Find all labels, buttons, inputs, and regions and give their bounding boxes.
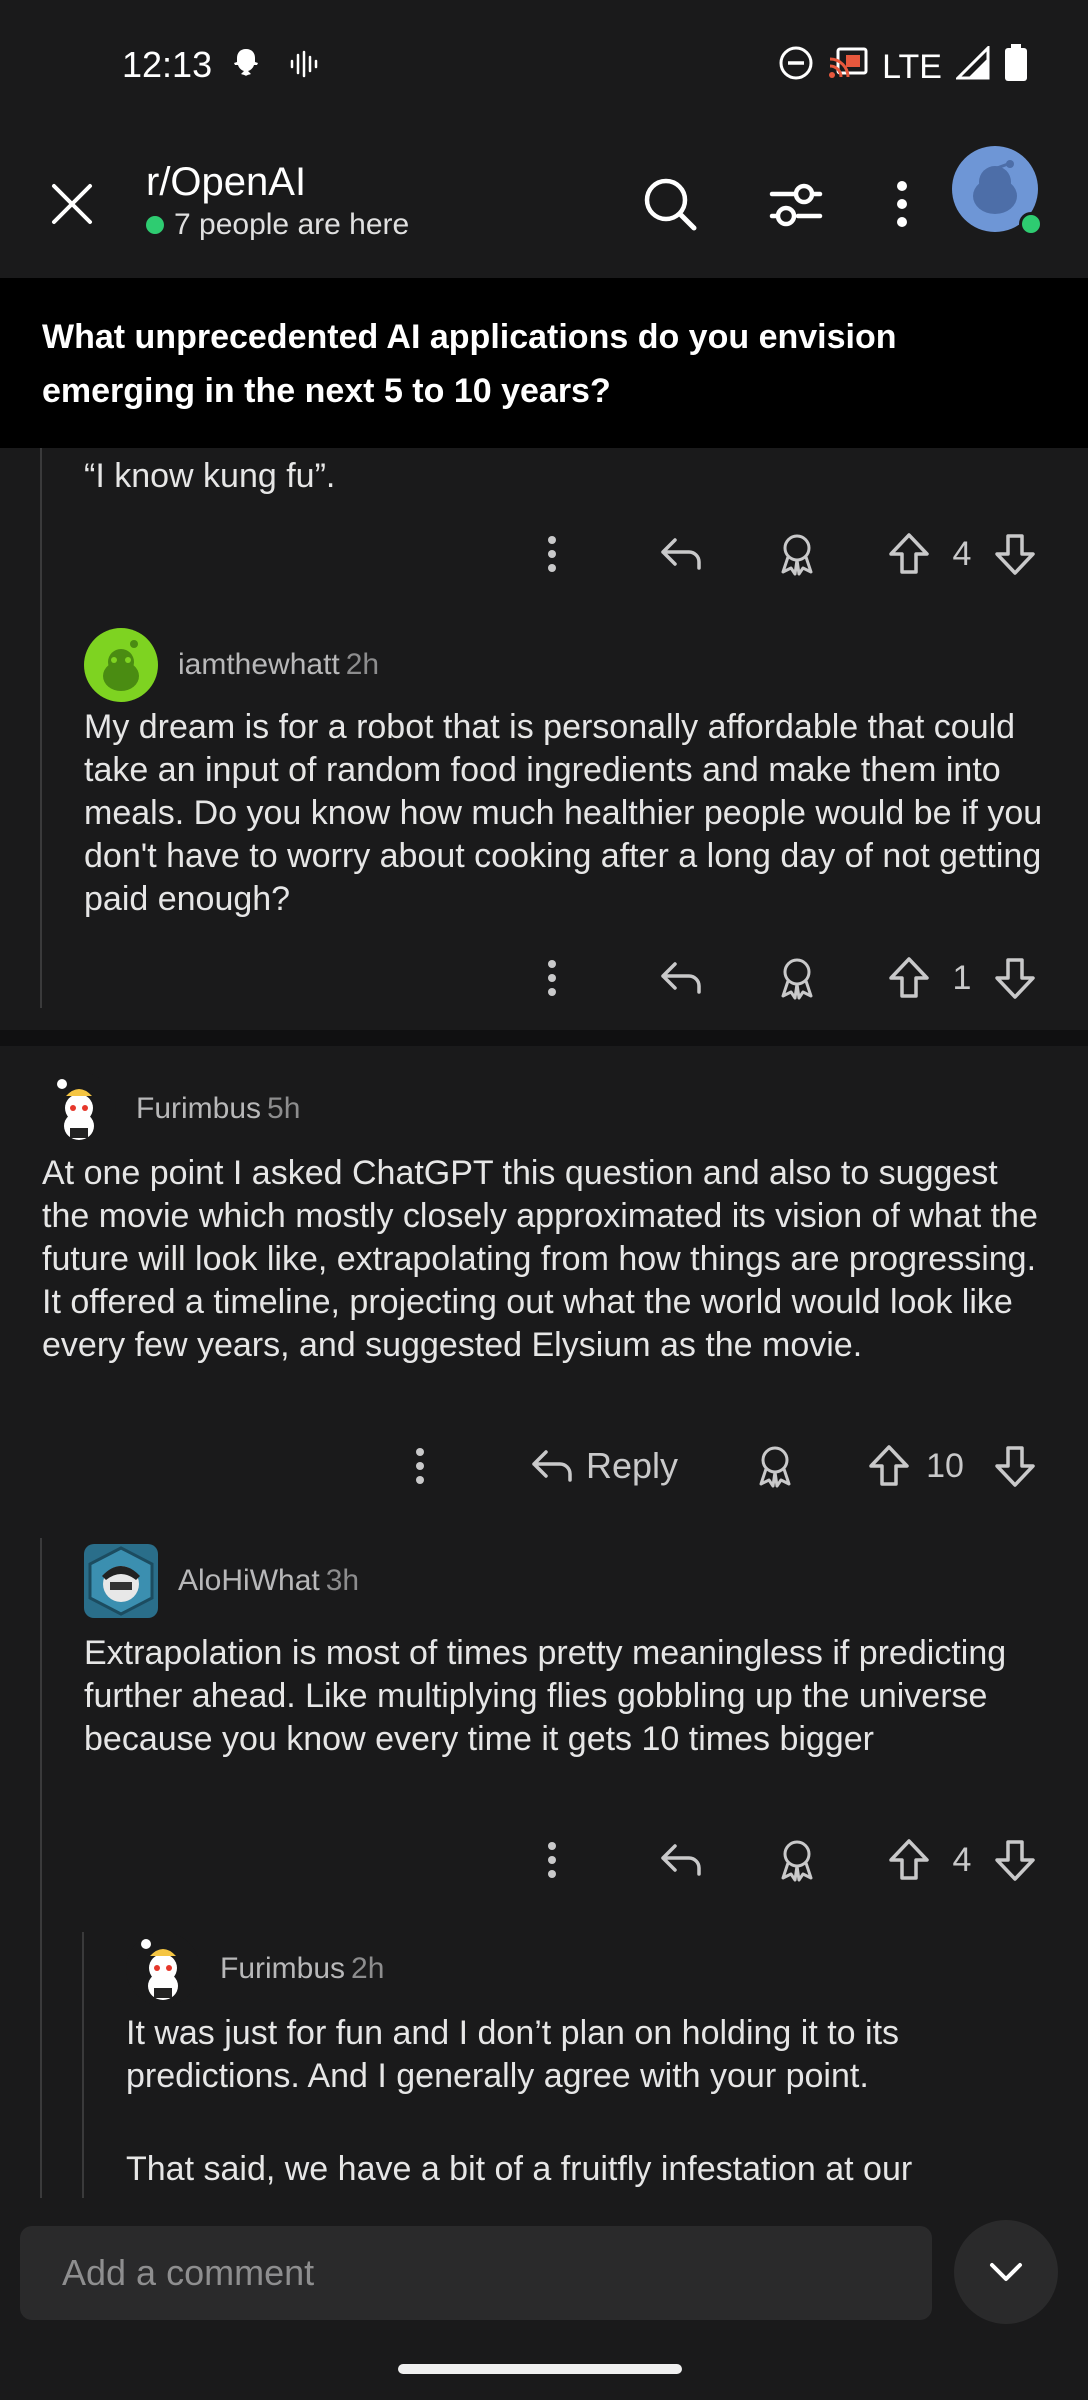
reply-button[interactable]: Reply	[524, 1436, 684, 1496]
comment-actions: Reply 10	[400, 1436, 1040, 1496]
online-indicator: 7 people are here	[146, 208, 409, 242]
award-icon[interactable]	[772, 524, 822, 584]
vote-count: 4	[952, 1840, 972, 1879]
status-bar: 12:13 LTE	[0, 0, 1088, 130]
battery-icon	[1004, 44, 1028, 91]
award-icon[interactable]	[750, 1436, 800, 1496]
vote-count: 10	[926, 1446, 964, 1485]
username[interactable]: Furimbus	[136, 1092, 261, 1125]
avatar[interactable]	[42, 1072, 116, 1146]
more-options-icon[interactable]	[400, 1436, 440, 1496]
upvote-icon[interactable]	[886, 948, 932, 1008]
comment-actions: 4	[520, 1830, 1040, 1890]
comment-text: My dream is for a robot that is personal…	[84, 708, 1043, 918]
app-bar: r/OpenAI 7 people are here	[0, 130, 1088, 279]
reply-icon[interactable]	[656, 1830, 706, 1890]
thread-line[interactable]	[40, 448, 42, 1008]
comment-text: It was just for fun and I don’t plan on …	[126, 2014, 900, 2095]
comment-time: 2h	[351, 1952, 385, 1985]
downvote-icon[interactable]	[992, 524, 1038, 584]
search-icon[interactable]	[640, 174, 700, 234]
more-options-icon[interactable]	[532, 1830, 572, 1890]
award-icon[interactable]	[772, 948, 822, 1008]
cast-icon	[828, 45, 868, 90]
downvote-icon[interactable]	[992, 1830, 1038, 1890]
chevron-down-icon	[990, 2263, 1022, 2281]
collapse-button[interactable]	[954, 2220, 1058, 2324]
signal-icon	[954, 44, 990, 89]
reply-icon[interactable]	[656, 524, 706, 584]
upvote-icon[interactable]	[886, 524, 932, 584]
username[interactable]: Furimbus	[220, 1952, 345, 1985]
upvote-icon[interactable]	[886, 1830, 932, 1890]
comment-time: 3h	[325, 1564, 360, 1597]
more-options-icon[interactable]	[532, 948, 572, 1008]
close-icon[interactable]	[46, 178, 98, 230]
comment-text: Extrapolation is most of times pretty me…	[84, 1634, 1007, 1758]
reply-label: Reply	[585, 1445, 679, 1486]
more-vertical-icon[interactable]	[872, 174, 932, 234]
audio-wave-icon	[288, 49, 318, 84]
comment-text-tail: “I know kung fu”.	[84, 457, 336, 495]
comment-separator	[0, 1030, 1088, 1046]
comment-text: At one point I asked ChatGPT this questi…	[42, 1154, 1038, 1364]
comment-time: 2h	[345, 648, 380, 681]
online-dot-icon	[146, 216, 164, 234]
status-time: 12:13	[122, 44, 213, 85]
thread-line[interactable]	[82, 1932, 84, 2198]
online-count: 7 people are here	[174, 208, 410, 241]
avatar[interactable]	[84, 628, 158, 702]
comment-actions: 1	[520, 948, 1040, 1008]
comment-author[interactable]: iamthewhatt 2h	[178, 648, 379, 682]
more-options-icon[interactable]	[532, 524, 572, 584]
do-not-disturb-icon	[778, 45, 814, 90]
comment-time: 5h	[267, 1092, 301, 1125]
avatar[interactable]	[126, 1932, 200, 2006]
downvote-icon[interactable]	[992, 948, 1038, 1008]
home-indicator[interactable]	[398, 2364, 682, 2374]
reply-icon[interactable]	[656, 948, 706, 1008]
comment-author[interactable]: AloHiWhat 3h	[178, 1564, 359, 1598]
comment-author[interactable]: Furimbus 2h	[220, 1952, 384, 1986]
filter-icon[interactable]	[766, 174, 826, 234]
comment-actions: 4	[520, 524, 1040, 584]
snapchat-icon	[228, 46, 264, 87]
post-title-bar[interactable]: What unprecedented AI applications do yo…	[0, 278, 1088, 448]
avatar[interactable]	[84, 1544, 158, 1618]
comment-text: That said, we have a bit of a fruitfly i…	[126, 2150, 913, 2188]
vote-count: 1	[952, 958, 972, 997]
subreddit-name[interactable]: r/OpenAI	[146, 160, 306, 205]
vote-count: 4	[952, 534, 972, 573]
award-icon[interactable]	[772, 1830, 822, 1890]
thread-line[interactable]	[40, 1538, 42, 2198]
post-title: What unprecedented AI applications do yo…	[42, 318, 897, 410]
username[interactable]: iamthewhatt	[178, 648, 340, 681]
username[interactable]: AloHiWhat	[178, 1564, 320, 1597]
comment-author[interactable]: Furimbus 5h	[136, 1092, 300, 1126]
downvote-icon[interactable]	[992, 1436, 1038, 1496]
add-comment-input[interactable]: Add a comment	[20, 2226, 932, 2320]
upvote-icon[interactable]	[866, 1436, 912, 1496]
reply-icon	[532, 1450, 572, 1482]
avatar-online-dot-icon	[1019, 212, 1043, 236]
network-type: LTE	[882, 48, 942, 86]
